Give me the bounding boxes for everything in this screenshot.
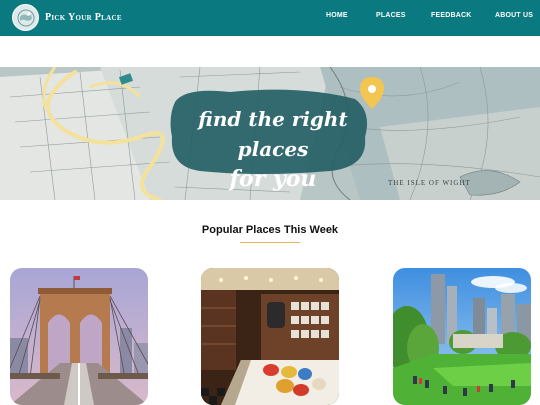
hero-headline: find the right places for you — [168, 104, 378, 194]
place-card-bridge[interactable] — [10, 268, 148, 405]
map-label: THE ISLE OF WIGHT — [388, 179, 471, 187]
nav-home[interactable]: HOME — [326, 12, 348, 19]
place-card-shop[interactable] — [201, 268, 339, 405]
brand-logo-link[interactable]: Pick Your Place — [12, 4, 122, 31]
brand-name: Pick Your Place — [45, 12, 122, 23]
nav-feedback[interactable]: FEEDBACK — [431, 12, 472, 19]
globe-logo-icon — [12, 4, 39, 31]
city-park-photo — [393, 268, 531, 405]
shop-interior-photo — [201, 268, 339, 405]
hero-headline-line2: for you — [229, 166, 317, 192]
title-underline — [240, 242, 300, 243]
top-navbar: Pick Your Place HOME PLACES FEEDBACK ABO… — [0, 0, 540, 36]
section-title: Popular Places This Week — [201, 224, 339, 236]
hero-headline-line1: find the right places — [198, 107, 348, 161]
bridge-photo — [10, 268, 148, 405]
nav-about-us[interactable]: ABOUT US — [495, 12, 533, 19]
place-card-park[interactable] — [393, 268, 531, 405]
nav-places[interactable]: PLACES — [376, 12, 406, 19]
